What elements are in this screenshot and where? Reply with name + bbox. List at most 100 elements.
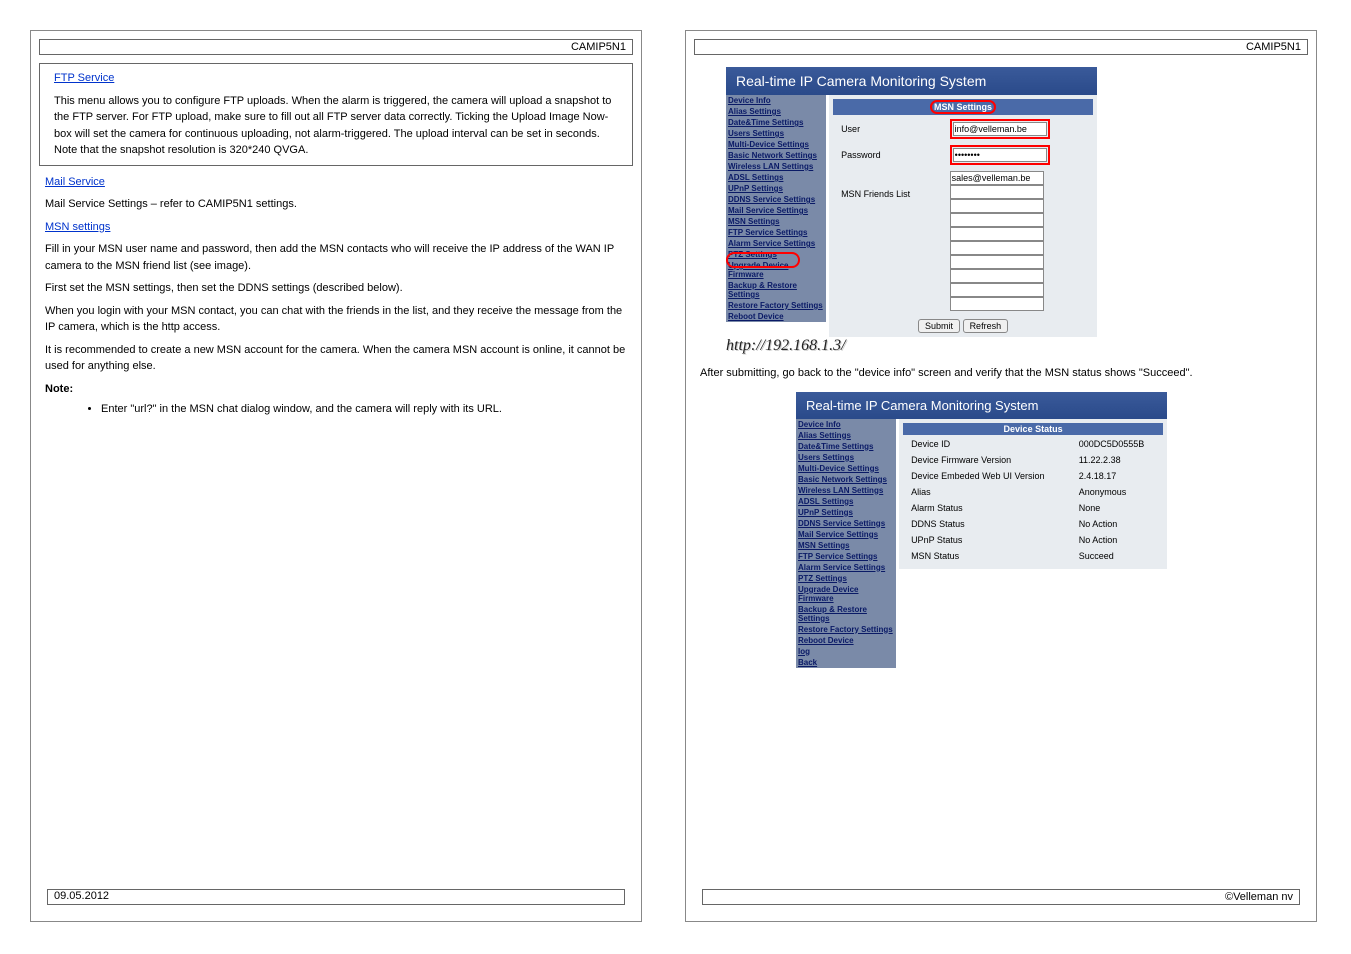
sidebar-item[interactable]: FTP Service Settings [796,551,896,562]
sidebar-item[interactable]: Alarm Service Settings [726,238,826,249]
sidebar-item[interactable]: MSN Settings [796,540,896,551]
screenshot-device-status: Real-time IP Camera Monitoring System De… [796,392,1167,668]
msn-text4: It is recommended to create a new MSN ac… [45,342,627,375]
sidebar-item[interactable]: Upgrade Device Firmware [796,584,896,604]
sidebar-item[interactable]: PTZ Settings [796,573,896,584]
status-value: No Action [1073,517,1161,531]
sidebar-item[interactable]: Date&Time Settings [796,441,896,452]
sidebar-item[interactable]: MSN Settings [726,216,826,227]
banner-title: Real-time IP Camera Monitoring System [726,67,1097,95]
banner-title-2: Real-time IP Camera Monitoring System [796,392,1167,419]
sidebar-item[interactable]: Device Info [726,95,826,106]
status-label: MSN Status [905,549,1071,563]
status-label: Alias [905,485,1071,499]
sidebar-item[interactable]: Date&Time Settings [726,117,826,128]
footer-copyright: ©Velleman nv [1219,890,1299,904]
status-label: Device Firmware Version [905,453,1071,467]
friend-input-8[interactable] [950,269,1044,283]
sidebar-item[interactable]: Restore Factory Settings [726,300,826,311]
sidebar-item[interactable]: ADSL Settings [796,496,896,507]
sidebar-item[interactable]: ADSL Settings [726,172,826,183]
mid-text: After submitting, go back to the "device… [700,365,1302,382]
refresh-button[interactable]: Refresh [963,319,1009,333]
msn-heading: MSN settings [45,221,110,233]
friend-input-3[interactable] [950,199,1044,213]
page-footer-left: 09.05.2012 [47,889,625,905]
msn-text1: Fill in your MSN user name and password,… [45,241,627,274]
left-content: FTP Service This menu allows you to conf… [39,63,633,166]
user-input[interactable] [953,122,1047,136]
msn-text3: When you login with your MSN contact, yo… [45,303,627,336]
friend-input-4[interactable] [950,213,1044,227]
status-label: Device ID [905,437,1071,451]
sidebar-item[interactable]: Basic Network Settings [726,150,826,161]
ftp-heading: FTP Service [54,72,114,84]
sidebar-item[interactable]: Wireless LAN Settings [796,485,896,496]
submit-button[interactable]: Submit [918,319,960,333]
sidebar-item[interactable]: Back [796,657,896,668]
friend-input-1[interactable] [950,171,1044,185]
note-bullet: Enter "url?" in the MSN chat dialog wind… [101,403,611,415]
status-value: Anonymous [1073,485,1161,499]
friend-input-10[interactable] [950,297,1044,311]
sidebar-item[interactable]: Backup & Restore Settings [726,280,826,300]
sidebar-item[interactable]: Restore Factory Settings [796,624,896,635]
status-value: 11.22.2.38 [1073,453,1161,467]
page-footer-right: ©Velleman nv [702,889,1300,905]
friend-input-6[interactable] [950,241,1044,255]
sidebar-item[interactable]: Alarm Service Settings [796,562,896,573]
friend-input-5[interactable] [950,227,1044,241]
mail-text: Mail Service Settings – refer to CAMIP5N… [45,196,627,213]
status-label: Device Embeded Web UI Version [905,469,1071,483]
ftp-text: This menu allows you to configure FTP up… [54,93,618,159]
sidebar-item[interactable]: UPnP Settings [726,183,826,194]
page-header-right: CAMIP5N1 [694,39,1308,55]
sidebar-item[interactable]: Alias Settings [726,106,826,117]
status-value: 2.4.18.17 [1073,469,1161,483]
pass-input[interactable] [953,148,1047,162]
sidebar-item[interactable]: UPnP Settings [796,507,896,518]
sidebar-item[interactable]: DDNS Service Settings [726,194,826,205]
sidebar-menu-2: Device InfoAlias SettingsDate&Time Setti… [796,419,896,668]
sidebar-item[interactable]: Device Info [796,419,896,430]
sidebar-item[interactable]: Multi-Device Settings [726,139,826,150]
user-label: User [835,117,942,141]
status-label: UPnP Status [905,533,1071,547]
page-header-left: CAMIP5N1 [39,39,633,55]
sidebar-item[interactable]: Basic Network Settings [796,474,896,485]
sidebar-item[interactable]: Users Settings [726,128,826,139]
sidebar-item[interactable]: Wireless LAN Settings [726,161,826,172]
sidebar-item[interactable]: Multi-Device Settings [796,463,896,474]
sidebar-item[interactable]: Backup & Restore Settings [796,604,896,624]
note-heading: Note: [45,381,627,398]
friend-input-2[interactable] [950,185,1044,199]
sidebar-item[interactable]: Mail Service Settings [796,529,896,540]
mail-heading: Mail Service [45,176,105,188]
sidebar-item[interactable]: Alias Settings [796,430,896,441]
url-overlay: http://192.168.1.3/ [726,337,1097,355]
status-panel: Device Status Device ID000DC5D0555BDevic… [899,419,1167,569]
friends-label: MSN Friends List [835,169,942,313]
sidebar-item[interactable]: Reboot Device [796,635,896,646]
status-value: 000DC5D0555B [1073,437,1161,451]
product-code: CAMIP5N1 [565,40,632,54]
status-value: No Action [1073,533,1161,547]
sidebar-menu: Device InfoAlias SettingsDate&Time Setti… [726,95,826,322]
red-highlight-msn-menu [726,252,800,268]
sidebar-item[interactable]: log [796,646,896,657]
sidebar-item[interactable]: Reboot Device [726,311,826,322]
panel-title-msn: MSN Settings [930,100,996,114]
sidebar-item[interactable]: FTP Service Settings [726,227,826,238]
sidebar-item[interactable]: Mail Service Settings [726,205,826,216]
screenshot-msn-settings: Real-time IP Camera Monitoring System De… [726,67,1097,355]
msn-text2: First set the MSN settings, then set the… [45,280,627,297]
status-label: DDNS Status [905,517,1071,531]
status-label: Alarm Status [905,501,1071,515]
sidebar-item[interactable]: Users Settings [796,452,896,463]
panel-title-status: Device Status [903,423,1163,435]
friend-input-9[interactable] [950,283,1044,297]
msn-panel: MSN Settings User Password MSN Friends L… [829,95,1097,337]
friend-input-7[interactable] [950,255,1044,269]
status-value: Succeed [1073,549,1161,563]
sidebar-item[interactable]: DDNS Service Settings [796,518,896,529]
